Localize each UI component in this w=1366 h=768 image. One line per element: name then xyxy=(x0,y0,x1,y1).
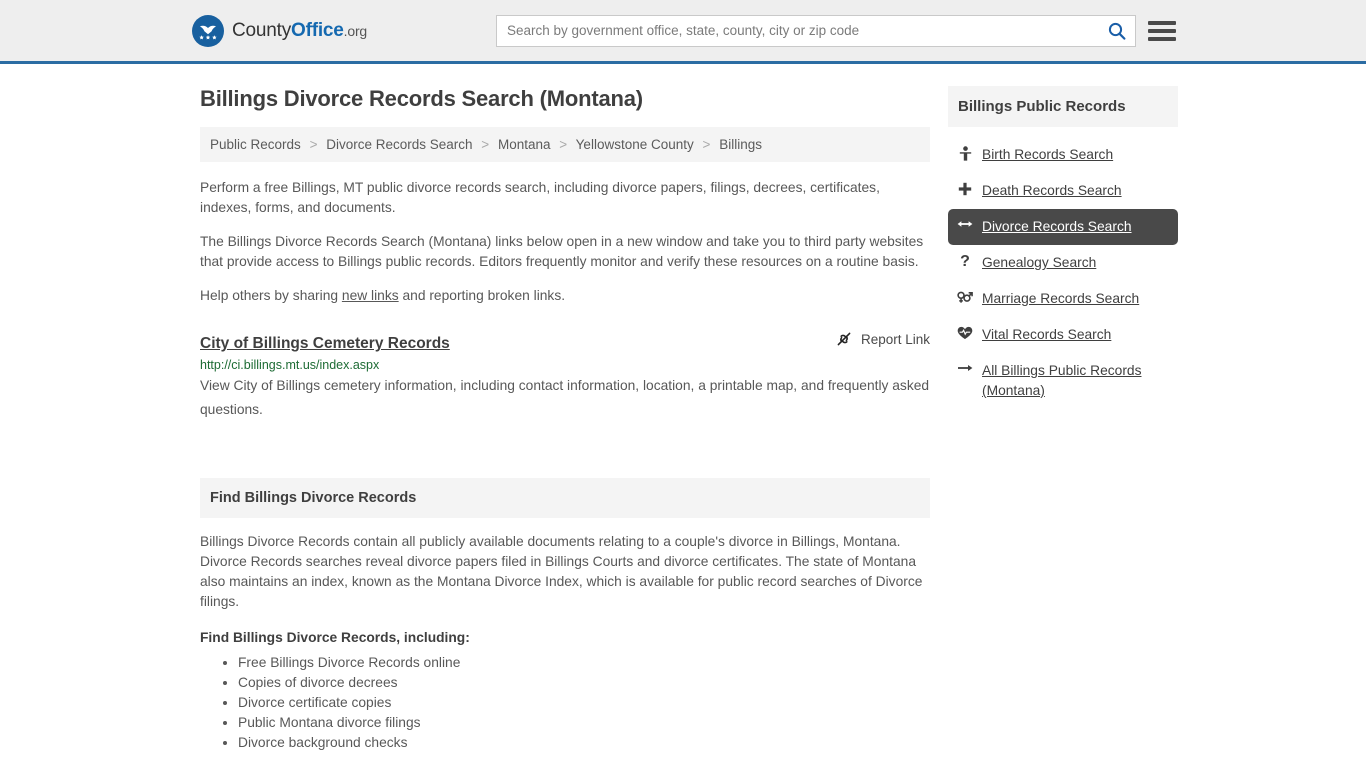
result-url: http://ci.billings.mt.us/index.aspx xyxy=(200,358,380,372)
section-list-heading: Find Billings Divorce Records, including… xyxy=(200,630,470,645)
sidebar-item-label: All Billings Public Records (Montana) xyxy=(982,363,1142,398)
sidebar-item-all-records[interactable]: All Billings Public Records (Montana) xyxy=(948,353,1178,409)
sidebar-heading: Billings Public Records xyxy=(948,86,1178,127)
breadcrumb-separator: > xyxy=(309,137,318,152)
breadcrumb-item-4[interactable]: Billings xyxy=(719,137,762,152)
sidebar-item-divorce-records[interactable]: Divorce Records Search xyxy=(948,209,1178,245)
report-link-label: Report Link xyxy=(860,331,930,347)
sidebar-item-death-records[interactable]: Death Records Search xyxy=(948,173,1178,209)
search-button[interactable] xyxy=(1099,16,1135,46)
sidebar: Billings Public Records Birth Records Se… xyxy=(948,86,1178,753)
breadcrumb-item-3[interactable]: Yellowstone County xyxy=(576,137,694,152)
menu-bar-2 xyxy=(1148,28,1176,33)
sidebar-item-vital-records[interactable]: Vital Records Search xyxy=(948,317,1178,353)
breadcrumb: Public Records > Divorce Records Search … xyxy=(200,127,930,162)
sidebar-item-label: Genealogy Search xyxy=(982,255,1097,270)
search-icon xyxy=(1108,22,1126,40)
list-item: Divorce background checks xyxy=(238,733,930,753)
main-content: Billings Divorce Records Search (Montana… xyxy=(200,86,930,753)
sidebar-item-label: Vital Records Search xyxy=(982,327,1112,342)
result-item: City of Billings Cemetery Records Report… xyxy=(200,330,930,422)
site-header: CountyOffice.org xyxy=(0,0,1366,64)
result-header: City of Billings Cemetery Records Report… xyxy=(200,330,930,353)
cross-icon xyxy=(957,181,973,196)
hamburger-menu-icon[interactable] xyxy=(1148,19,1176,43)
sidebar-item-label: Divorce Records Search xyxy=(982,219,1132,234)
baby-icon xyxy=(957,145,973,161)
result-description: View City of Billings cemetery informati… xyxy=(200,378,930,417)
section-body: Billings Divorce Records contain all pub… xyxy=(200,518,930,753)
sidebar-item-marriage-records[interactable]: Marriage Records Search xyxy=(948,281,1178,317)
help-prefix-text: Help others by sharing xyxy=(200,288,342,303)
breadcrumb-item-1[interactable]: Divorce Records Search xyxy=(326,137,472,152)
brand-county-text: County xyxy=(232,19,292,41)
sidebar-item-label: Death Records Search xyxy=(982,183,1122,198)
list-item: Copies of divorce decrees xyxy=(238,673,930,693)
eagle-seal-logo-icon xyxy=(192,14,224,47)
left-right-arrow-icon xyxy=(957,217,973,230)
breadcrumb-separator: > xyxy=(481,137,490,152)
section-heading: Find Billings Divorce Records xyxy=(200,478,930,518)
sidebar-item-label: Marriage Records Search xyxy=(982,291,1140,306)
report-link-button[interactable]: Report Link xyxy=(835,330,930,348)
list-item: Divorce certificate copies xyxy=(238,693,930,713)
site-logo-text: CountyOffice.org xyxy=(232,20,367,42)
breadcrumb-separator: > xyxy=(702,137,711,152)
breadcrumb-separator: > xyxy=(559,137,568,152)
search-bar xyxy=(496,14,1136,47)
help-suffix-text: and reporting broken links. xyxy=(398,288,566,303)
help-paragraph: Help others by sharing new links and rep… xyxy=(200,286,930,306)
intro-paragraph-2: The Billings Divorce Records Search (Mon… xyxy=(200,234,924,269)
breadcrumb-item-0[interactable]: Public Records xyxy=(210,137,301,152)
section-list: Free Billings Divorce Records online Cop… xyxy=(200,653,930,753)
list-item: Public Montana divorce filings xyxy=(238,713,930,733)
menu-bar-1 xyxy=(1148,20,1176,25)
result-title-link[interactable]: City of Billings Cemetery Records xyxy=(200,335,450,353)
heart-pulse-icon xyxy=(957,325,973,340)
site-logo[interactable]: CountyOffice.org xyxy=(192,14,367,48)
broken-link-icon xyxy=(837,332,851,346)
sidebar-item-genealogy[interactable]: ? Genealogy Search xyxy=(948,245,1178,281)
sidebar-item-label: Birth Records Search xyxy=(982,147,1114,162)
search-input[interactable] xyxy=(497,15,1099,46)
venus-mars-icon xyxy=(957,289,973,304)
brand-org-text: .org xyxy=(343,22,368,39)
intro-paragraph-1: Perform a free Billings, MT public divor… xyxy=(200,180,880,215)
sidebar-list: Birth Records Search Death Records Searc… xyxy=(948,137,1178,409)
arrow-right-icon xyxy=(957,361,973,374)
list-item: Free Billings Divorce Records online xyxy=(238,653,930,673)
section-paragraph: Billings Divorce Records contain all pub… xyxy=(200,534,923,609)
question-mark-icon: ? xyxy=(960,253,970,270)
menu-bar-3 xyxy=(1148,36,1176,41)
breadcrumb-item-2[interactable]: Montana xyxy=(498,137,551,152)
new-links-link[interactable]: new links xyxy=(342,288,399,303)
brand-office-text: Office xyxy=(291,19,344,41)
sidebar-item-birth-records[interactable]: Birth Records Search xyxy=(948,137,1178,173)
page-title: Billings Divorce Records Search (Montana… xyxy=(200,86,643,111)
page-body: Billings Divorce Records Search (Montana… xyxy=(0,64,1366,753)
